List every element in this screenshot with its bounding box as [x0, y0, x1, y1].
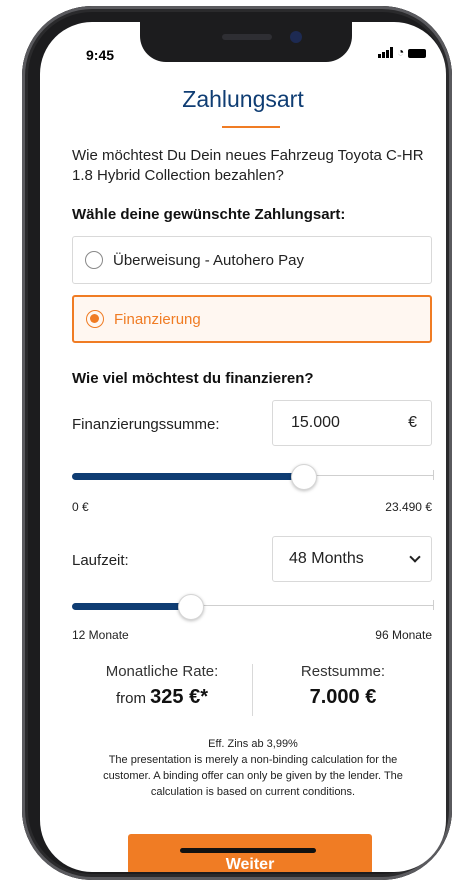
interest-rate-note: Eff. Zins ab 3,99% [208, 738, 298, 750]
wifi-icon: ◔ [397, 45, 405, 59]
status-time: 9:45 [86, 47, 115, 63]
payment-option-label: Überweisung - Autohero Pay [113, 251, 304, 269]
notch [140, 22, 352, 62]
battery-icon [408, 49, 427, 58]
monthly-rate-value: 325 €* [150, 686, 208, 708]
payment-option-transfer[interactable]: Überweisung - Autohero Pay [72, 236, 432, 284]
app-screen: 9:45 ◔ Zahlungsart Wie möchtest Du Dein … [40, 22, 446, 872]
rest-sum: Restsumme: 7.000 € [253, 662, 433, 716]
monthly-rate: Monatliche Rate: from 325 €* [72, 662, 252, 716]
term-min-label: 12 Monate [72, 628, 129, 642]
payment-option-financing[interactable]: Finanzierung [72, 295, 432, 343]
monthly-rate-label: Monatliche Rate: [105, 663, 219, 680]
chevron-down-icon [409, 551, 421, 563]
slider-end-tick [433, 600, 434, 610]
radio-unselected-icon[interactable] [85, 251, 103, 269]
monthly-rate-line: from 325 €* [72, 686, 252, 709]
disclaimer-text: The presentation is merely a non-binding… [103, 754, 403, 798]
page-title: Zahlungsart [182, 86, 304, 112]
term-label: Laufzeit: [72, 552, 129, 569]
payment-question: Wie möchtest Du Dein neues Fahrzeug Toyo… [72, 147, 424, 184]
radio-selected-icon[interactable] [86, 310, 104, 328]
home-indicator [180, 848, 316, 853]
amount-slider[interactable] [72, 464, 434, 490]
amount-value: 15.000 [291, 414, 340, 431]
slider-fill [72, 603, 192, 610]
rate-summary: Monatliche Rate: from 325 €* Restsumme: … [72, 662, 434, 716]
speaker [222, 34, 272, 40]
slider-thumb[interactable] [178, 594, 205, 620]
camera [290, 31, 302, 43]
amount-label: Finanzierungssumme: [72, 416, 220, 433]
financing-heading: Wie viel möchtest du finanzieren? [72, 370, 314, 387]
title-underline [222, 126, 280, 128]
payment-label: Wähle deine gewünschte Zahlungsart: [72, 206, 346, 223]
slider-fill [72, 473, 304, 480]
slider-thumb[interactable] [290, 464, 317, 490]
term-max-label: 96 Monate [375, 628, 432, 642]
rest-sum-line: 7.000 € [253, 686, 433, 709]
amount-input[interactable]: 15.000 € [272, 400, 432, 446]
payment-option-label: Finanzierung [114, 310, 201, 328]
continue-button[interactable]: Weiter [128, 834, 372, 872]
term-select[interactable]: 48 Months [272, 536, 432, 582]
term-value: 48 Months [289, 550, 364, 567]
status-icons: ◔ [378, 45, 427, 59]
amount-min-label: 0 € [72, 500, 89, 514]
monthly-rate-prefix: from [115, 690, 146, 707]
disclaimer: Eff. Zins ab 3,99% The presentation is m… [92, 736, 414, 800]
slider-end-tick [433, 470, 434, 480]
signal-icon [378, 47, 393, 58]
term-slider[interactable] [72, 594, 434, 620]
rest-sum-value: 7.000 € [309, 686, 377, 708]
rest-sum-label: Restsumme: [300, 663, 386, 680]
currency-symbol: € [408, 414, 417, 431]
amount-max-label: 23.490 € [385, 500, 432, 514]
